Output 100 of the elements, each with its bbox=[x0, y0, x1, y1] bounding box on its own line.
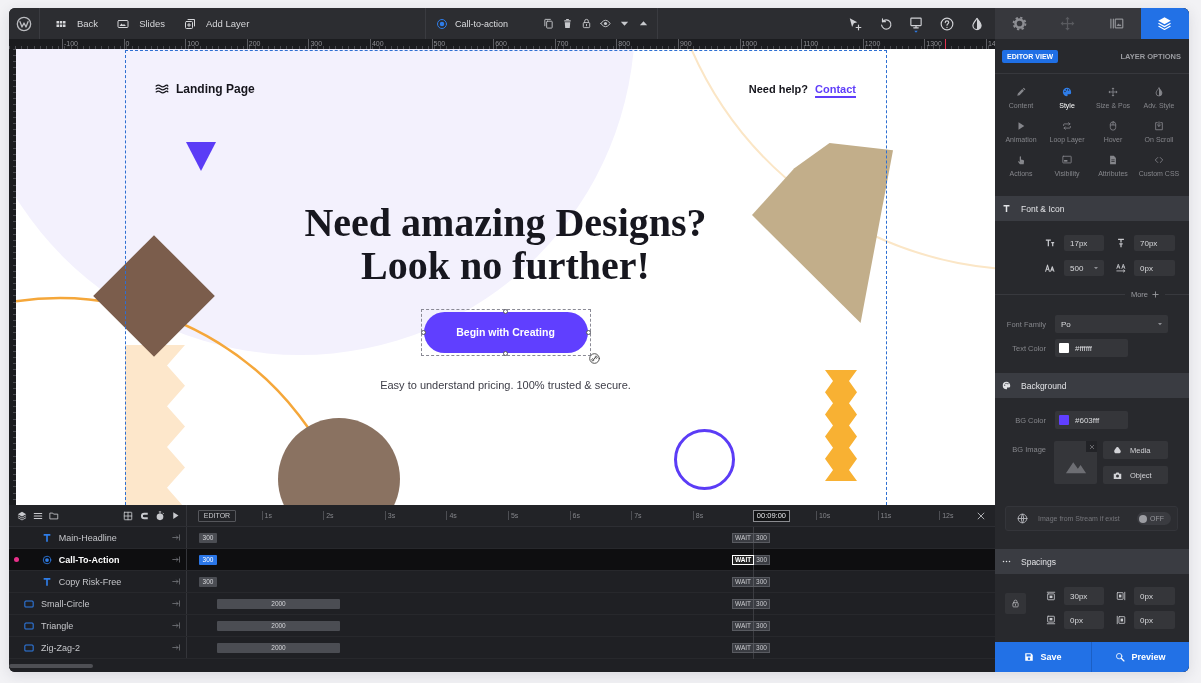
palette-icon bbox=[1062, 87, 1072, 97]
layer-name: Call-To-Action bbox=[58, 554, 120, 565]
horizontal-scrollbar[interactable] bbox=[9, 663, 93, 668]
slides-icon bbox=[1108, 16, 1124, 31]
settings-icon bbox=[1011, 16, 1027, 31]
cursor-plus-icon[interactable] bbox=[848, 16, 862, 31]
font-size-field[interactable]: 17px bbox=[1064, 235, 1104, 251]
section-header[interactable]: Font & Icon bbox=[995, 196, 1189, 221]
remove-image-button[interactable] bbox=[1086, 441, 1097, 452]
letter-spacing-field[interactable]: 0px bbox=[1134, 260, 1175, 276]
font-weight-select[interactable]: 500 bbox=[1064, 260, 1104, 276]
preview-button[interactable]: Preview bbox=[1091, 642, 1189, 672]
palette-icon bbox=[1002, 381, 1011, 390]
stopwatch-icon[interactable] bbox=[155, 510, 165, 521]
margin-bottom-field[interactable]: 0px bbox=[1064, 611, 1104, 629]
ring-shape bbox=[674, 429, 735, 490]
add-icon bbox=[184, 17, 196, 30]
text-color-field[interactable]: #ffffff bbox=[1055, 339, 1128, 357]
slides-button[interactable]: Slides bbox=[117, 17, 165, 30]
camera-icon bbox=[1113, 470, 1122, 480]
close-icon[interactable] bbox=[976, 510, 986, 521]
layer-name: Zig-Zag-2 bbox=[41, 642, 80, 653]
copy-icon[interactable] bbox=[543, 18, 554, 29]
line-height-field[interactable]: 70px bbox=[1134, 235, 1175, 251]
lock-icon bbox=[1011, 599, 1020, 608]
section-header[interactable]: Spacings bbox=[995, 549, 1189, 574]
help-icon[interactable] bbox=[939, 16, 954, 31]
layer-name: Triangle bbox=[41, 620, 74, 631]
margin-right-field[interactable]: 0px bbox=[1134, 587, 1175, 605]
contact-link[interactable]: Contact bbox=[815, 83, 856, 95]
lock-button[interactable] bbox=[1005, 593, 1026, 614]
margin-top-icon bbox=[1046, 591, 1056, 601]
arrow-to-end-icon[interactable] bbox=[172, 643, 181, 652]
margin-bottom-icon bbox=[1046, 615, 1056, 625]
margin-top-field[interactable]: 30px bbox=[1064, 587, 1104, 605]
current-layer-name[interactable]: Call-to-action bbox=[455, 18, 509, 29]
selected-dot-icon bbox=[14, 557, 19, 562]
loop-icon bbox=[1062, 121, 1072, 131]
resize-handle[interactable] bbox=[503, 308, 508, 314]
eye-icon[interactable] bbox=[600, 18, 611, 29]
caret-down-icon bbox=[1157, 321, 1163, 327]
margin-right-icon bbox=[1116, 591, 1126, 601]
color-swatch-icon[interactable] bbox=[1059, 415, 1069, 425]
save-button[interactable]: Save bbox=[995, 642, 1091, 672]
arrow-to-end-icon[interactable] bbox=[172, 599, 181, 608]
section-title: Font & Icon bbox=[1021, 203, 1065, 214]
resize-handle[interactable] bbox=[503, 350, 508, 356]
plus-icon bbox=[1152, 290, 1159, 298]
arrow-to-end-icon[interactable] bbox=[172, 533, 181, 542]
close-icon bbox=[1088, 443, 1095, 450]
text-icon bbox=[1002, 204, 1011, 213]
headline: Need amazing Designs? Look no further! bbox=[304, 201, 707, 287]
panel-tab[interactable] bbox=[1140, 8, 1189, 39]
switch-knob-icon bbox=[1139, 514, 1147, 523]
link-icon[interactable] bbox=[588, 352, 600, 364]
font-family-select[interactable]: Po bbox=[1055, 315, 1168, 333]
list-icon[interactable] bbox=[33, 510, 43, 521]
resize-handle[interactable] bbox=[420, 329, 426, 335]
margin-left-field[interactable]: 0px bbox=[1134, 611, 1175, 629]
drop-icon bbox=[1154, 87, 1164, 97]
move-icon bbox=[1108, 87, 1118, 97]
arrow-to-end-icon[interactable] bbox=[172, 555, 181, 564]
color-swatch-icon[interactable] bbox=[1059, 343, 1069, 353]
undo-icon[interactable] bbox=[878, 16, 893, 31]
layers-icon bbox=[1157, 16, 1173, 31]
tagline-text: Easy to understand pricing. 100% trusted & secure. bbox=[380, 377, 631, 392]
layer-name: Small-Circle bbox=[41, 598, 90, 609]
trash-icon[interactable] bbox=[562, 18, 573, 29]
rectangle-icon bbox=[24, 642, 34, 653]
drop-icon[interactable] bbox=[970, 16, 984, 31]
rectangle-icon bbox=[24, 598, 34, 609]
lock-icon[interactable] bbox=[581, 18, 592, 29]
play-icon bbox=[1016, 121, 1026, 131]
grid-icon[interactable] bbox=[123, 510, 133, 521]
line-height-icon bbox=[1116, 238, 1126, 248]
play-icon[interactable] bbox=[171, 511, 180, 520]
text-icon bbox=[41, 576, 52, 587]
add-layer-button[interactable]: Add Layer bbox=[184, 17, 250, 30]
margin-left-icon bbox=[1116, 615, 1126, 625]
layer-name: Main-Headline bbox=[58, 532, 117, 543]
arrow-to-end-icon[interactable] bbox=[172, 577, 181, 586]
magnet-icon[interactable] bbox=[139, 510, 149, 521]
bg-color-field[interactable]: #603fff bbox=[1055, 411, 1128, 429]
folder-icon[interactable] bbox=[49, 510, 59, 521]
globe-icon bbox=[1017, 513, 1028, 524]
image-placeholder[interactable] bbox=[1054, 441, 1097, 484]
resize-handle[interactable] bbox=[585, 329, 591, 335]
font-size-icon bbox=[1045, 238, 1055, 248]
desktop-icon[interactable] bbox=[909, 17, 923, 33]
layers-icon[interactable] bbox=[17, 510, 27, 521]
help-text: Need help? bbox=[748, 83, 809, 95]
target-icon bbox=[436, 17, 448, 30]
text-icon bbox=[41, 532, 52, 543]
blob-icon bbox=[1113, 445, 1122, 455]
arrow-to-end-icon[interactable] bbox=[172, 621, 181, 630]
logo-icon[interactable] bbox=[16, 15, 32, 32]
download-icon bbox=[1154, 121, 1164, 131]
section-header[interactable]: Background bbox=[995, 373, 1189, 398]
font-weight-icon bbox=[1045, 263, 1055, 273]
back-button[interactable]: Back bbox=[55, 17, 99, 30]
